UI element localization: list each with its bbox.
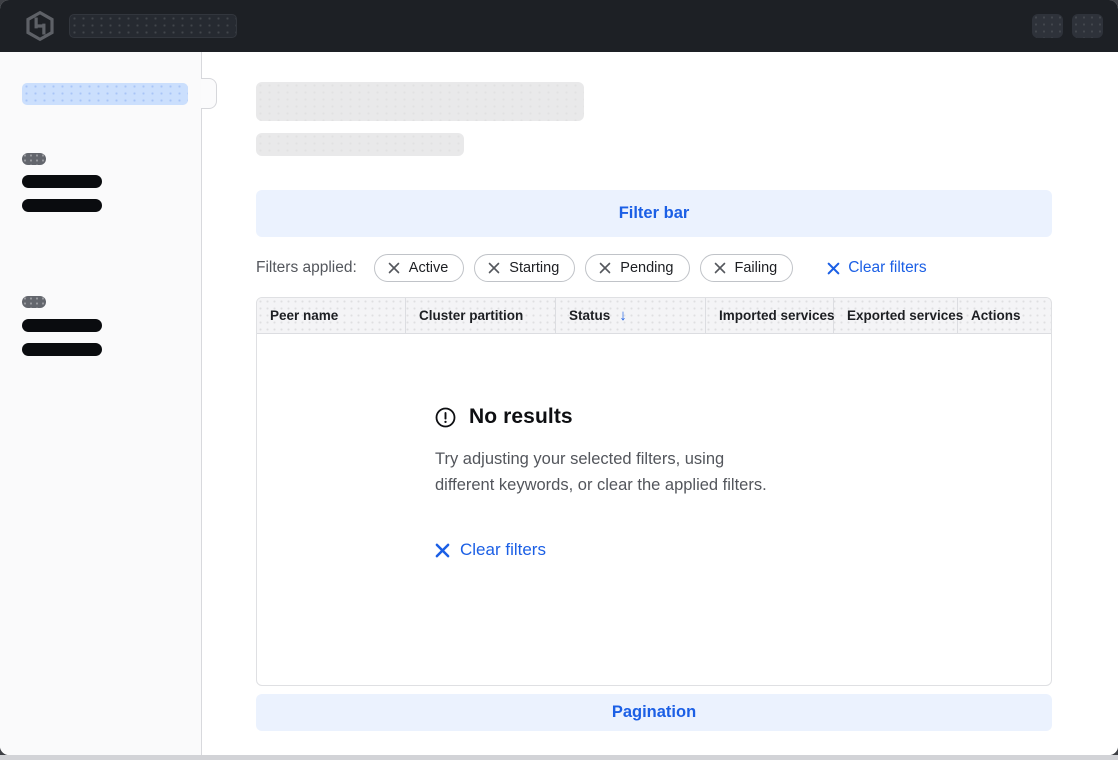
column-label: Status	[569, 308, 610, 323]
sidebar-selected-item-skeleton[interactable]	[22, 83, 188, 105]
column-label: Imported services	[719, 308, 835, 323]
nav-button-skeleton-2[interactable]	[1072, 14, 1103, 38]
sidebar-link-skeleton-4[interactable]	[22, 343, 102, 356]
empty-state-description-line: Try adjusting your selected filters, usi…	[435, 447, 865, 473]
alert-circle-icon	[435, 407, 456, 428]
main-content: Filter bar Filters applied: Active Start…	[202, 52, 1118, 755]
top-navbar	[0, 0, 1118, 52]
dismiss-icon[interactable]	[488, 262, 500, 274]
column-header-imported-services[interactable]: Imported services	[706, 298, 834, 333]
sidebar-link-skeleton-2[interactable]	[22, 199, 102, 212]
filter-pill-label: Starting	[509, 260, 559, 276]
column-label: Exported services	[847, 308, 963, 323]
column-label: Actions	[971, 308, 1021, 323]
empty-state-clear-filters-link[interactable]: Clear filters	[435, 540, 546, 560]
empty-state: No results Try adjusting your selected f…	[257, 334, 1051, 563]
empty-state-action-label: Clear filters	[460, 540, 546, 560]
peers-table: Peer name Cluster partition Status ↓ Imp…	[256, 297, 1052, 686]
filter-bar-placeholder: Filter bar	[256, 190, 1052, 237]
sidebar	[0, 52, 202, 755]
clear-filters-link[interactable]: Clear filters	[827, 259, 926, 277]
nav-actions	[1032, 14, 1103, 38]
sidebar-section-label-skeleton-1	[22, 153, 46, 165]
window-bottom-edge	[0, 755, 1118, 760]
hashicorp-logo-icon	[24, 10, 56, 42]
nav-search-skeleton[interactable]	[69, 14, 237, 38]
pagination-label: Pagination	[612, 703, 696, 722]
column-header-peer-name[interactable]: Peer name	[257, 298, 406, 333]
sidebar-link-skeleton-1[interactable]	[22, 175, 102, 188]
dismiss-icon[interactable]	[599, 262, 611, 274]
clear-filters-label: Clear filters	[848, 259, 926, 277]
dismiss-icon[interactable]	[714, 262, 726, 274]
filter-pill-pending[interactable]: Pending	[585, 254, 689, 282]
filter-pill-label: Failing	[735, 260, 778, 276]
filter-pill-starting[interactable]: Starting	[474, 254, 575, 282]
column-header-actions[interactable]: Actions	[958, 298, 1051, 333]
filter-pill-active[interactable]: Active	[374, 254, 465, 282]
sidebar-collapse-handle[interactable]	[201, 78, 217, 109]
empty-state-description: Try adjusting your selected filters, usi…	[435, 447, 865, 498]
page-subtitle-skeleton	[256, 133, 464, 156]
column-label: Cluster partition	[419, 308, 523, 323]
empty-state-title-row: No results	[435, 405, 1011, 429]
filters-applied-label: Filters applied:	[256, 259, 357, 277]
nav-button-skeleton-1[interactable]	[1032, 14, 1063, 38]
filter-pill-label: Active	[409, 260, 449, 276]
empty-state-title: No results	[469, 405, 573, 429]
sort-descending-icon[interactable]: ↓	[619, 308, 627, 323]
close-x-icon	[827, 262, 840, 275]
filter-pill-label: Pending	[620, 260, 673, 276]
sidebar-section-label-skeleton-2	[22, 296, 46, 308]
sidebar-link-skeleton-3[interactable]	[22, 319, 102, 332]
page-title-skeleton	[256, 82, 584, 121]
empty-state-description-line: different keywords, or clear the applied…	[435, 473, 865, 499]
table-header-row: Peer name Cluster partition Status ↓ Imp…	[257, 298, 1051, 334]
pagination-placeholder: Pagination	[256, 694, 1052, 731]
applied-filters-row: Filters applied: Active Starting Pending…	[256, 254, 1052, 282]
close-x-icon	[435, 543, 450, 558]
filter-pill-failing[interactable]: Failing	[700, 254, 794, 282]
column-header-exported-services[interactable]: Exported services	[834, 298, 958, 333]
column-header-cluster-partition[interactable]: Cluster partition	[406, 298, 556, 333]
filter-bar-label: Filter bar	[619, 204, 690, 223]
column-label: Peer name	[270, 308, 338, 323]
column-header-status[interactable]: Status ↓	[556, 298, 706, 333]
app-window: Filter bar Filters applied: Active Start…	[0, 0, 1118, 755]
dismiss-icon[interactable]	[388, 262, 400, 274]
